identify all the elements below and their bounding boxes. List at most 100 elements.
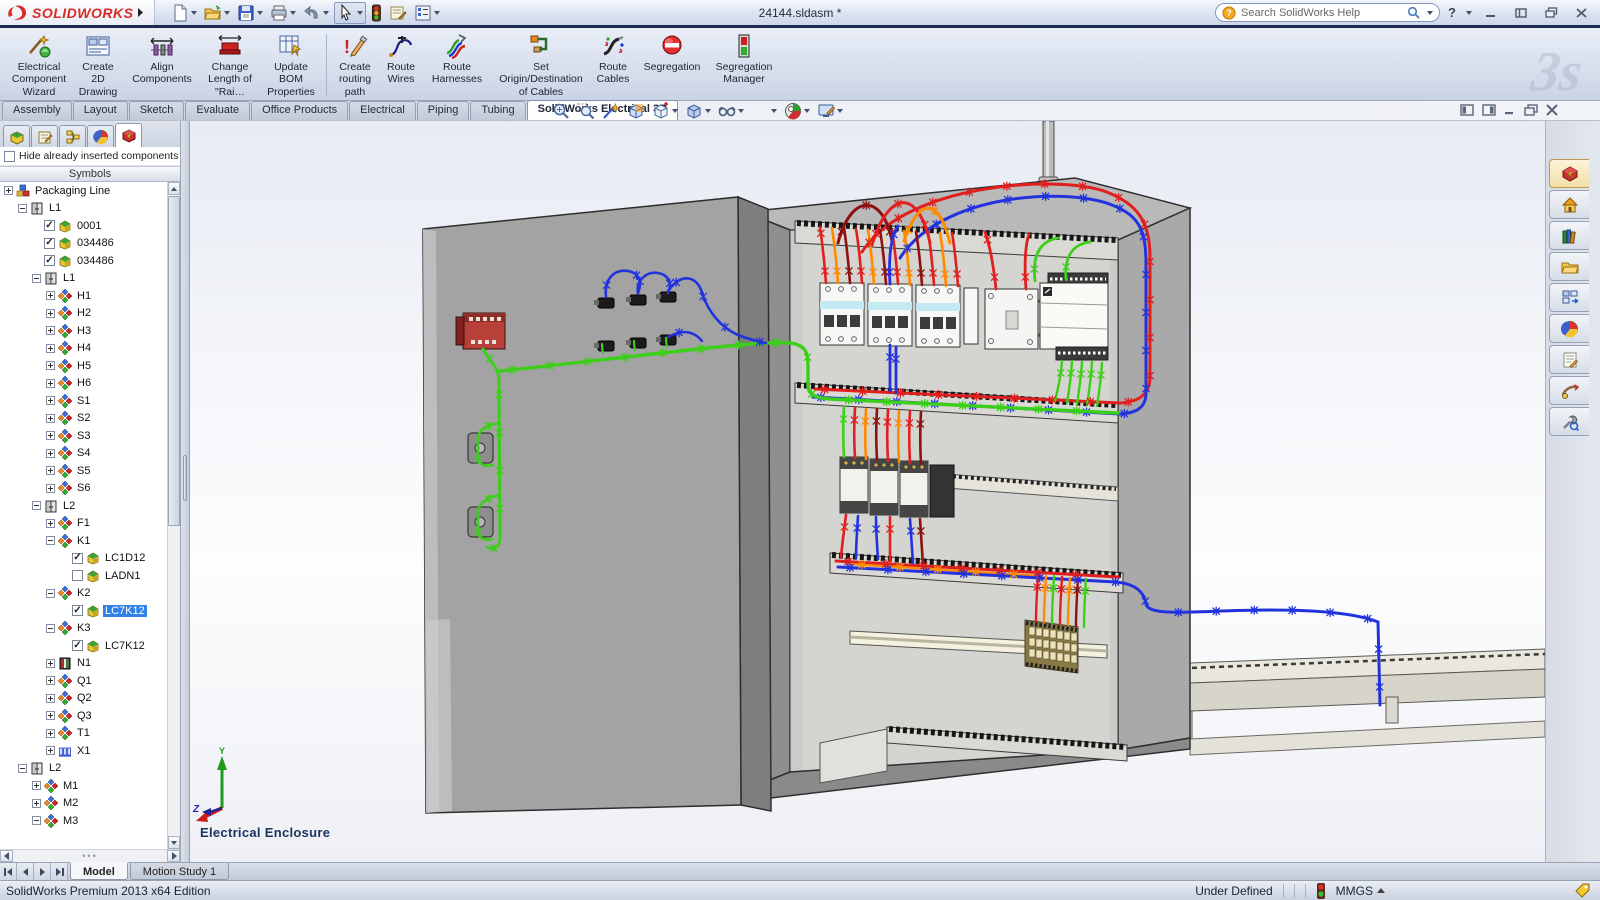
section-view-button[interactable] — [627, 102, 645, 120]
enclosure-door[interactable] — [423, 197, 771, 813]
undo-caret[interactable] — [323, 11, 329, 15]
task-pane-tab-dimension-tool[interactable] — [1549, 376, 1589, 405]
options-list-caret[interactable] — [434, 11, 440, 15]
zoom-fit-button[interactable] — [552, 102, 570, 120]
tree-item-s2[interactable]: S2 — [0, 410, 167, 428]
display-style-button[interactable] — [685, 102, 711, 120]
expander-minus-icon[interactable] — [18, 764, 27, 773]
expander-plus-icon[interactable] — [46, 291, 55, 300]
tree-item-s4[interactable]: S4 — [0, 445, 167, 463]
expander-plus-icon[interactable] — [32, 799, 41, 808]
task-pane-tab-design-library[interactable] — [1549, 221, 1589, 250]
tree-item-s3[interactable]: S3 — [0, 427, 167, 445]
tree-vertical-scrollbar[interactable] — [167, 182, 180, 849]
panel-tab-electrical-manager[interactable] — [115, 123, 142, 147]
task-pane-tab-electrical-cube[interactable] — [1549, 159, 1589, 188]
view-settings-button[interactable] — [817, 102, 843, 120]
tree-item-f1[interactable]: F1 — [0, 515, 167, 533]
expander-plus-icon[interactable] — [46, 519, 55, 528]
task-pane-tab-forum-wrench[interactable] — [1549, 407, 1589, 436]
zoom-area-button[interactable] — [577, 102, 595, 120]
tab-sketch[interactable]: Sketch — [129, 101, 185, 120]
appearances-caret[interactable] — [771, 109, 777, 113]
route-harnesses-button[interactable]: Route Harnesses — [423, 30, 491, 100]
expander-minus-icon[interactable] — [32, 274, 41, 283]
expander-plus-icon[interactable] — [46, 746, 55, 755]
tab-first-icon[interactable] — [0, 863, 17, 880]
view-settings-caret[interactable] — [837, 109, 843, 113]
tree-item-n1[interactable]: N1 — [0, 655, 167, 673]
expander-plus-icon[interactable] — [46, 379, 55, 388]
task-pane-tab-file-explorer[interactable] — [1549, 252, 1589, 281]
scroll-left-icon[interactable] — [0, 850, 13, 862]
appearances-button[interactable] — [751, 102, 777, 120]
window-minimize-button[interactable] — [1480, 5, 1502, 21]
tree-checkbox[interactable] — [72, 570, 83, 581]
tree-item-h2[interactable]: H2 — [0, 305, 167, 323]
help-icon[interactable]: ? — [1448, 5, 1456, 20]
splitter-grip[interactable] — [183, 455, 187, 501]
tree-item-t1[interactable]: T1 — [0, 725, 167, 743]
tab-evaluate[interactable]: Evaluate — [185, 101, 250, 120]
tree-item-q3[interactable]: Q3 — [0, 707, 167, 725]
graphics-viewport[interactable]: Electrical Enclosure Y Z — [190, 121, 1545, 862]
file-properties-button[interactable] — [387, 3, 409, 23]
set-origin-button[interactable]: Set Origin/Destination of Cables — [491, 30, 591, 100]
tab-assembly[interactable]: Assembly — [2, 101, 72, 120]
tree-item-l2[interactable]: L2 — [0, 760, 167, 778]
display-style-caret[interactable] — [705, 109, 711, 113]
options-list-button[interactable] — [412, 3, 442, 23]
expander-plus-icon[interactable] — [32, 781, 41, 790]
tree-item-s5[interactable]: S5 — [0, 462, 167, 480]
tree-item-packaging-line[interactable]: Packaging Line — [0, 182, 167, 200]
tab-last-icon[interactable] — [51, 863, 68, 880]
tree-checkbox[interactable]: ✓ — [72, 640, 83, 651]
menu-expand-icon[interactable] — [137, 8, 144, 17]
tab-office-products[interactable]: Office Products — [251, 101, 348, 120]
tree-item-lc7k12[interactable]: ✓LC7K12 — [0, 637, 167, 655]
tree-item-k2[interactable]: K2 — [0, 585, 167, 603]
tree-item-s6[interactable]: S6 — [0, 480, 167, 498]
expander-plus-icon[interactable] — [46, 396, 55, 405]
window-pane-button[interactable] — [1510, 5, 1532, 21]
tree-horizontal-scrollbar[interactable]: ••• — [0, 849, 180, 862]
new-document-button[interactable] — [169, 3, 199, 23]
search-input[interactable]: ? Search SolidWorks Help — [1215, 3, 1440, 22]
align-components-button[interactable]: Align Components — [124, 30, 200, 100]
tree-item-m1[interactable]: M1 — [0, 777, 167, 795]
tree-item-ladn1[interactable]: LADN1 — [0, 567, 167, 585]
hide-inserted-checkbox[interactable] — [4, 151, 15, 162]
panel-tab-configuration-manager[interactable] — [59, 125, 86, 147]
scroll-up-icon[interactable] — [168, 182, 180, 195]
tree-item-h3[interactable]: H3 — [0, 322, 167, 340]
wizard-button[interactable]: Electrical Component Wizard — [6, 30, 72, 100]
tree-item-lc1d12[interactable]: ✓LC1D12 — [0, 550, 167, 568]
tree-item-q2[interactable]: Q2 — [0, 690, 167, 708]
expander-plus-icon[interactable] — [46, 449, 55, 458]
panel-tab-display-manager[interactable] — [87, 125, 114, 147]
tree-item-034486[interactable]: ✓034486 — [0, 252, 167, 270]
tree-item-m2[interactable]: M2 — [0, 795, 167, 813]
change-length-button[interactable]: Change Length of "Rai… — [200, 30, 260, 100]
expander-minus-icon[interactable] — [46, 536, 55, 545]
tree-item-l2[interactable]: L2 — [0, 497, 167, 515]
hide-show-caret[interactable] — [738, 109, 744, 113]
tag-icon[interactable] — [1575, 883, 1590, 898]
tree-item-0001[interactable]: ✓0001 — [0, 217, 167, 235]
window-close-button[interactable] — [1570, 5, 1592, 21]
expander-plus-icon[interactable] — [4, 186, 13, 195]
hide-show-button[interactable] — [718, 102, 744, 120]
update-bom-button[interactable]: Update BOM Properties — [260, 30, 322, 100]
routing-path-button[interactable]: !Create routing path — [331, 30, 379, 100]
tab-electrical[interactable]: Electrical — [349, 101, 416, 120]
expander-plus-icon[interactable] — [46, 676, 55, 685]
panel-tab-property-manager[interactable] — [31, 125, 58, 147]
tab-layout[interactable]: Layout — [73, 101, 128, 120]
expander-plus-icon[interactable] — [46, 729, 55, 738]
tree-checkbox[interactable]: ✓ — [44, 255, 55, 266]
expander-plus-icon[interactable] — [46, 309, 55, 318]
task-pane-tab-home[interactable] — [1549, 190, 1589, 219]
expander-plus-icon[interactable] — [46, 466, 55, 475]
route-wires-button[interactable]: Route Wires — [379, 30, 423, 100]
undo-button[interactable] — [301, 3, 331, 23]
